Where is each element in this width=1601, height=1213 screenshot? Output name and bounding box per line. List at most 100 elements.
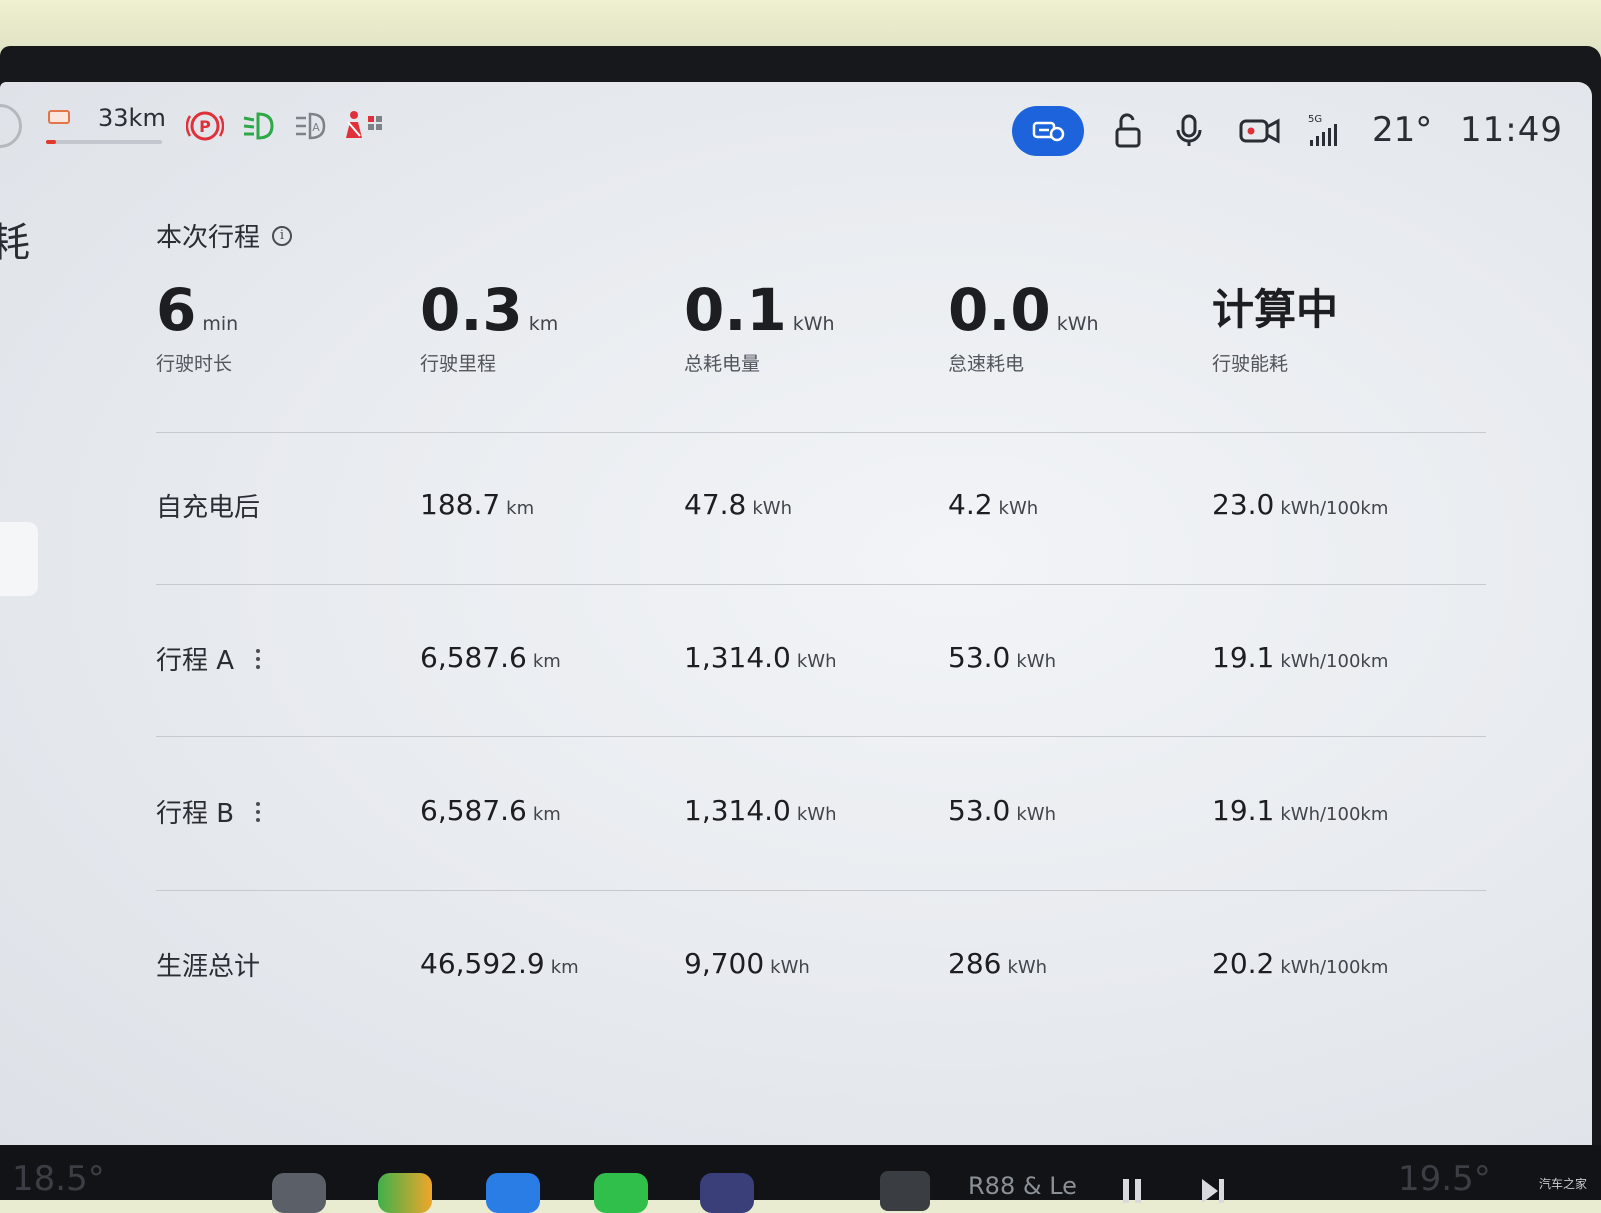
- stat-value: 6: [156, 276, 197, 344]
- lifetime-idle: 286 kWh: [948, 947, 1047, 980]
- trip-stat-distance: 0.3 km 行驶里程: [420, 277, 558, 376]
- since-charge-efficiency: 23.0 kWh/100km: [1212, 488, 1388, 521]
- phone-app-icon[interactable]: [594, 1173, 648, 1213]
- app-store-icon[interactable]: [700, 1173, 754, 1213]
- cell-unit: kWh: [796, 651, 837, 672]
- row-label-text: 行程 B: [156, 799, 235, 829]
- stat-label: 行驶时长: [156, 353, 233, 375]
- next-track-icon[interactable]: [1198, 1175, 1228, 1205]
- trip-b-idle: 53.0 kWh: [948, 794, 1056, 827]
- back-button[interactable]: [0, 104, 22, 148]
- trip-a-menu-icon[interactable]: [256, 648, 261, 669]
- cell-value: 286: [948, 947, 1002, 980]
- divider: [156, 890, 1486, 891]
- stat-label: 行驶能耗: [1212, 353, 1289, 375]
- camera-toggle-button[interactable]: [1012, 106, 1084, 156]
- low-beam-icon: [240, 108, 276, 144]
- battery-low-icon: [48, 110, 70, 124]
- row-trip-b-label: 行程 B: [156, 793, 261, 830]
- dock-bar: 18.5° R88 & Le 19.5° 汽车之家: [0, 1145, 1601, 1213]
- svg-text:A: A: [312, 121, 320, 134]
- stat-unit: km: [528, 313, 559, 335]
- cell-value: 23.0: [1212, 488, 1275, 521]
- signal-icon: 5G: [1306, 112, 1342, 150]
- row-label-text: 自充电后: [156, 493, 261, 523]
- range-value: 33km: [98, 104, 166, 132]
- auto-headlight-icon: A: [292, 108, 328, 144]
- unlock-icon[interactable]: [1108, 112, 1146, 150]
- row-trip-a-label: 行程 A: [156, 640, 261, 677]
- info-icon[interactable]: i: [272, 225, 293, 246]
- stat-value: 0.0: [948, 276, 1051, 344]
- trip-a-distance: 6,587.6 km: [420, 641, 561, 674]
- vehicle-screen: 33km P A 5G 21° 11:49 耗 本次行程 i 6 min 行驶时…: [0, 82, 1592, 1145]
- trip-b-efficiency: 19.1 kWh/100km: [1212, 794, 1388, 827]
- dashcam-icon[interactable]: [1238, 112, 1282, 150]
- cell-value: 46,592.9: [420, 947, 545, 980]
- parking-brake-icon: P: [185, 108, 225, 144]
- cell-value: 47.8: [684, 488, 747, 521]
- row-lifetime-label: 生涯总计: [156, 946, 260, 983]
- stat-unit: kWh: [1056, 313, 1099, 335]
- cell-value: 1,314.0: [684, 794, 791, 827]
- cell-value: 20.2: [1212, 947, 1275, 980]
- since-charge-energy: 47.8 kWh: [684, 488, 792, 521]
- album-art[interactable]: [880, 1171, 930, 1211]
- divider: [156, 584, 1486, 585]
- trip-stat-total-energy: 0.1 kWh 总耗电量: [684, 277, 835, 376]
- range-indicator: 33km: [46, 104, 166, 148]
- cell-unit: kWh: [770, 957, 810, 978]
- stat-value: 0.3: [420, 276, 523, 344]
- svg-text:P: P: [199, 117, 211, 136]
- passenger-temperature[interactable]: 19.5°: [1398, 1159, 1491, 1199]
- row-since-charge-label: 自充电后: [156, 487, 260, 524]
- navigation-app-icon[interactable]: [378, 1173, 432, 1213]
- clock: 11:49: [1460, 110, 1563, 150]
- range-bar-fill: [46, 140, 57, 144]
- seatbelt-warning-icon: [342, 108, 384, 144]
- trip-stat-efficiency: 计算中 行驶能耗: [1212, 277, 1344, 376]
- cell-unit: km: [532, 804, 561, 825]
- status-bar: 33km P A 5G 21° 11:49: [0, 82, 1592, 172]
- cell-value: 53.0: [948, 794, 1011, 827]
- cell-unit: kWh/100km: [1280, 804, 1389, 825]
- cell-value: 53.0: [948, 641, 1011, 674]
- media-title[interactable]: R88 & Le: [968, 1172, 1077, 1200]
- trip-a-energy: 1,314.0 kWh: [684, 641, 837, 674]
- cell-value: 19.1: [1212, 641, 1275, 674]
- trip-b-distance: 6,587.6 km: [420, 794, 561, 827]
- since-charge-idle: 4.2 kWh: [948, 488, 1038, 521]
- trip-stat-idle-energy: 0.0 kWh 怠速耗电: [948, 277, 1099, 376]
- cell-unit: km: [532, 651, 561, 672]
- microphone-icon[interactable]: [1170, 112, 1208, 150]
- trip-b-energy: 1,314.0 kWh: [684, 794, 837, 827]
- driver-temperature[interactable]: 18.5°: [12, 1159, 105, 1199]
- watermark: 汽车之家: [1538, 1177, 1587, 1191]
- cell-unit: kWh: [998, 498, 1039, 519]
- trip-b-menu-icon[interactable]: [256, 801, 261, 822]
- cell-unit: kWh: [1007, 957, 1048, 978]
- cell-value: 6,587.6: [420, 641, 527, 674]
- stat-unit: kWh: [792, 313, 835, 335]
- sidebar-tab[interactable]: [0, 522, 38, 596]
- cell-unit: kWh/100km: [1280, 498, 1389, 519]
- since-charge-distance: 188.7 km: [420, 488, 534, 521]
- trip-stat-duration: 6 min 行驶时长: [156, 277, 238, 376]
- stat-value: 计算中: [1212, 285, 1339, 334]
- cell-unit: kWh/100km: [1280, 651, 1389, 672]
- cabin-temperature[interactable]: 21°: [1372, 110, 1432, 150]
- camera-toggle-icon: [1032, 121, 1065, 142]
- lifetime-efficiency: 20.2 kWh/100km: [1212, 947, 1388, 980]
- settings-app-icon[interactable]: [272, 1173, 326, 1213]
- page-title-partial: 耗: [0, 220, 30, 266]
- trip-title-label: 本次行程: [156, 223, 261, 253]
- network-label: 5G: [1308, 114, 1322, 125]
- cell-unit: kWh: [752, 498, 792, 519]
- cell-value: 9,700: [684, 947, 765, 980]
- lifetime-distance: 46,592.9 km: [420, 947, 579, 980]
- trip-section-title: 本次行程 i: [156, 217, 293, 254]
- row-label-text: 行程 A: [156, 646, 235, 676]
- pause-icon[interactable]: [1118, 1175, 1148, 1205]
- video-call-app-icon[interactable]: [486, 1173, 540, 1213]
- cell-unit: kWh: [796, 804, 837, 825]
